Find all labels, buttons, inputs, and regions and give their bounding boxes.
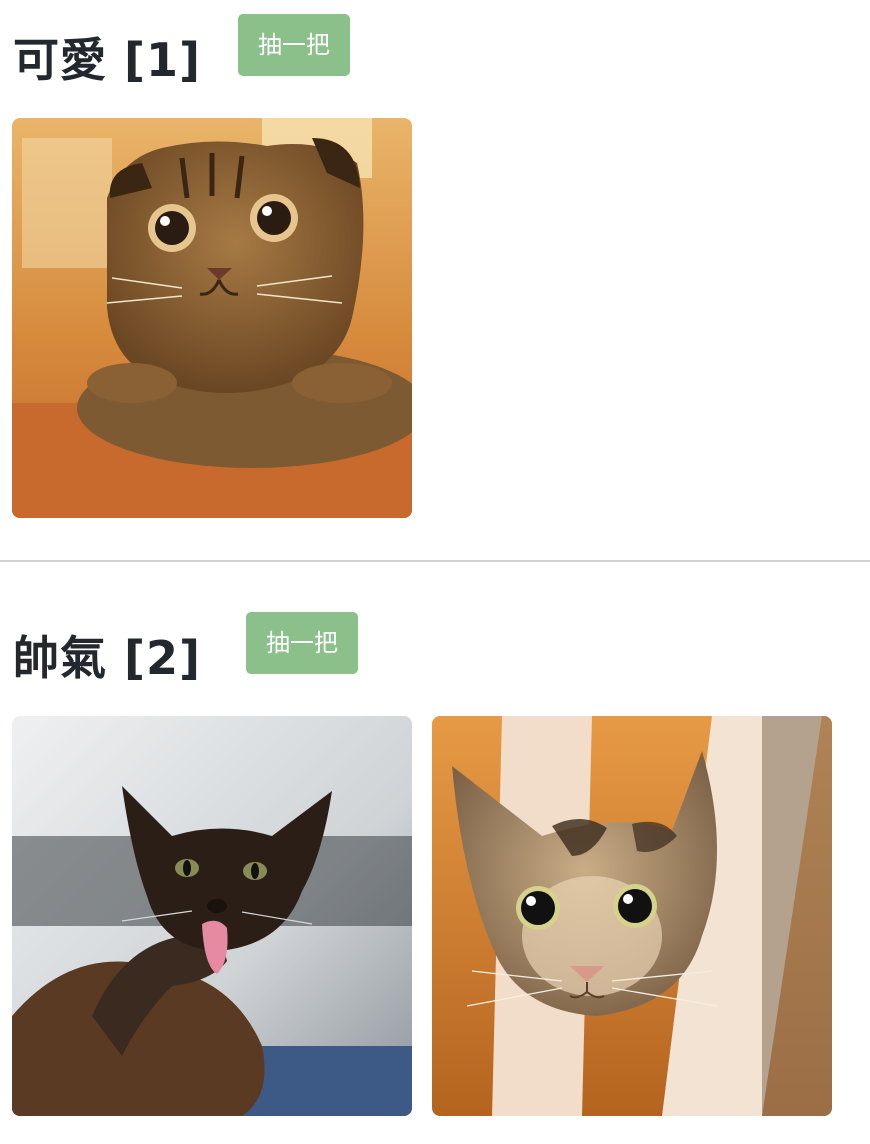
draw-button[interactable]: 抽一把 [246,612,358,674]
cat-photo-card[interactable] [432,716,832,1116]
cat-photo-image [12,716,412,1116]
category-heading: 帥氣 [2] [13,620,201,690]
category-title: 帥氣 [2] [13,631,202,685]
category-heading: 可愛 [1] [13,22,201,92]
cat-photo-image [12,118,412,518]
draw-button[interactable]: 抽一把 [238,14,350,76]
category-title: 可愛 [1] [13,33,202,87]
cat-photo-image [432,716,832,1116]
section-divider [0,560,870,562]
cat-photo-card[interactable] [12,118,412,518]
cat-photo-card[interactable] [12,716,412,1116]
